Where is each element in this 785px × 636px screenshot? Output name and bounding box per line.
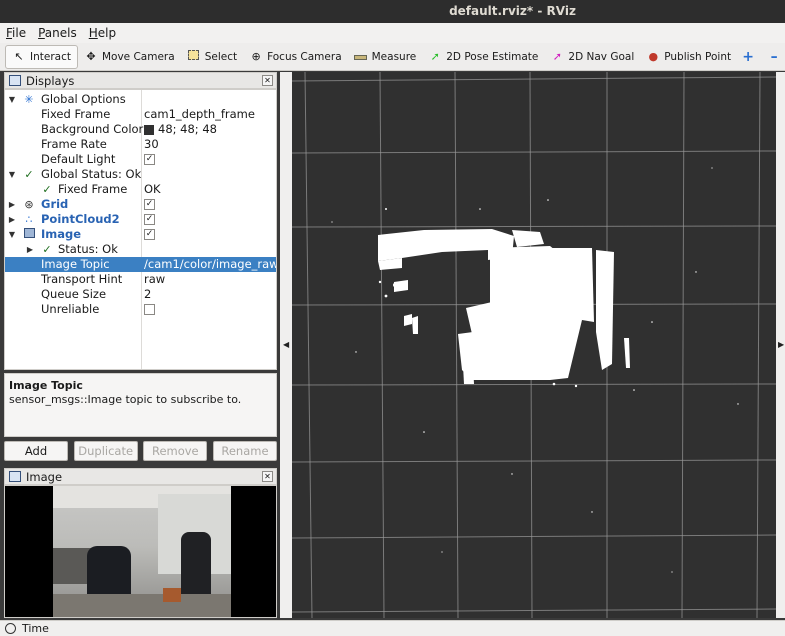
- close-icon[interactable]: ✕: [262, 75, 273, 86]
- add-button[interactable]: Add: [4, 441, 68, 461]
- grid-enabled-checkbox[interactable]: ✓: [144, 197, 155, 212]
- select-tool-button[interactable]: Select: [181, 45, 243, 69]
- menu-help[interactable]: Help: [89, 26, 116, 40]
- tree-row-status-fixed-frame[interactable]: ✓ Fixed Frame OK: [5, 182, 276, 197]
- time-panel-label: Time: [22, 622, 49, 635]
- remove-tool-button[interactable]: –: [763, 45, 785, 69]
- expand-arrow-icon[interactable]: ▼: [7, 227, 17, 242]
- tree-row-grid[interactable]: ▶ ⊛ Grid ✓: [5, 197, 276, 212]
- time-panel-bar: Time: [0, 620, 785, 636]
- transport-hint-value[interactable]: raw: [144, 272, 165, 287]
- close-icon[interactable]: ✕: [262, 471, 273, 482]
- pose-estimate-tool-button[interactable]: ➚ 2D Pose Estimate: [422, 45, 544, 69]
- collapse-left-icon[interactable]: ◀: [283, 340, 289, 349]
- add-tool-button[interactable]: +: [737, 45, 763, 69]
- measure-tool-button[interactable]: Measure: [348, 45, 423, 69]
- menu-bar: File Panels Help: [0, 23, 785, 43]
- scene: [292, 72, 776, 618]
- clock-icon: [5, 623, 16, 634]
- tree-row-queue-size[interactable]: Queue Size 2: [5, 287, 276, 302]
- window-title: default.rviz* - RViz: [449, 4, 576, 18]
- menu-file[interactable]: File: [6, 26, 26, 40]
- camera-frame: [53, 486, 231, 617]
- monitor-icon: [9, 75, 21, 86]
- tree-row-default-light[interactable]: Default Light ✓: [5, 152, 276, 167]
- background-color-value[interactable]: 48; 48; 48: [144, 122, 217, 137]
- display-buttons: Add Duplicate Remove Rename: [4, 441, 277, 463]
- tree-row-global-options[interactable]: ▼ ✳ Global Options: [5, 92, 276, 107]
- magenta-arrow-icon: ➚: [552, 49, 562, 63]
- default-light-checkbox[interactable]: ✓: [144, 152, 155, 167]
- expand-right-icon[interactable]: ▶: [778, 340, 784, 349]
- color-swatch: [144, 124, 154, 135]
- minus-icon: –: [770, 48, 778, 65]
- move-arrows-icon: ✥: [86, 49, 96, 63]
- window-titlebar: default.rviz* - RViz: [0, 0, 785, 23]
- collapse-arrow-icon[interactable]: ▶: [7, 212, 17, 227]
- checkmark-icon: ✓: [42, 243, 52, 256]
- ruler-icon: [354, 50, 368, 64]
- focus-camera-tool-button[interactable]: ⊕ Focus Camera: [243, 45, 348, 69]
- image-panel-header: Image ✕: [4, 468, 277, 485]
- menu-panels[interactable]: Panels: [38, 26, 77, 40]
- tree-row-global-status[interactable]: ▼ ✓ Global Status: Ok: [5, 167, 276, 182]
- tree-row-frame-rate[interactable]: Frame Rate 30: [5, 137, 276, 152]
- collapse-arrow-icon[interactable]: ▶: [7, 197, 17, 212]
- collapse-arrow-icon[interactable]: ▶: [25, 242, 35, 257]
- point-cloud: [331, 167, 739, 573]
- publish-point-tool-button[interactable]: ● Publish Point: [640, 45, 737, 69]
- tree-row-unreliable[interactable]: Unreliable: [5, 302, 276, 317]
- tree-row-background-color[interactable]: Background Color 48; 48; 48: [5, 122, 276, 137]
- map-pin-icon: ●: [648, 49, 659, 63]
- duplicate-button[interactable]: Duplicate: [73, 441, 138, 461]
- tree-row-fixed-frame[interactable]: Fixed Frame cam1_depth_frame: [5, 107, 276, 122]
- pointcloud-icon: ∴: [25, 213, 33, 226]
- select-box-icon: [187, 49, 201, 64]
- displays-tree[interactable]: ▼ ✳ Global Options Fixed Frame cam1_dept…: [4, 89, 277, 370]
- tool-bar: ↖ Interact ✥ Move Camera Select ⊕ Focus Cam…: [0, 43, 785, 71]
- crosshair-icon: ⊕: [251, 49, 261, 63]
- image-icon: [23, 227, 35, 242]
- description-title: Image Topic: [9, 379, 83, 392]
- queue-size-value[interactable]: 2: [144, 287, 151, 302]
- expand-arrow-icon[interactable]: ▼: [7, 92, 17, 107]
- fixed-frame-value[interactable]: cam1_depth_frame: [144, 107, 255, 122]
- image-panel-title: Image: [26, 469, 63, 484]
- tree-row-image[interactable]: ▼ Image ✓: [5, 227, 276, 242]
- image-icon: [9, 471, 21, 482]
- checkmark-icon: ✓: [24, 168, 34, 181]
- tree-row-transport-hint[interactable]: Transport Hint raw: [5, 272, 276, 287]
- displays-panel-header: Displays ✕: [4, 72, 277, 89]
- checkmark-icon: ✓: [42, 183, 52, 196]
- property-description: Image Topic sensor_msgs::Image topic to …: [4, 373, 277, 437]
- pointcloud2-enabled-checkbox[interactable]: ✓: [144, 212, 155, 227]
- camera-image-view: [4, 485, 277, 618]
- move-camera-tool-button[interactable]: ✥ Move Camera: [78, 45, 181, 69]
- tree-row-image-topic[interactable]: Image Topic /cam1/color/image_raw: [5, 257, 276, 272]
- gear-icon: ✳: [24, 93, 34, 106]
- cursor-icon: ↖: [14, 49, 24, 63]
- image-panel: Image ✕: [4, 468, 277, 485]
- grid-icon: ⊛: [24, 198, 34, 211]
- frame-rate-value[interactable]: 30: [144, 137, 159, 152]
- unreliable-checkbox[interactable]: [144, 302, 155, 317]
- expand-arrow-icon[interactable]: ▼: [7, 167, 17, 182]
- nav-goal-tool-button[interactable]: ➚ 2D Nav Goal: [544, 45, 640, 69]
- remove-button[interactable]: Remove: [143, 441, 208, 461]
- tree-row-pointcloud2[interactable]: ▶ ∴ PointCloud2 ✓: [5, 212, 276, 227]
- render-viewport[interactable]: [292, 72, 776, 618]
- displays-panel-title: Displays: [26, 73, 75, 88]
- right-dock-splitter[interactable]: ▶: [776, 72, 785, 618]
- green-arrow-icon: ➚: [430, 49, 440, 63]
- plus-icon: +: [742, 48, 754, 65]
- rename-button[interactable]: Rename: [212, 441, 277, 461]
- left-dock: Displays ✕ ▼ ✳ Global Options Fixed Fram…: [4, 72, 277, 618]
- image-enabled-checkbox[interactable]: ✓: [144, 227, 155, 242]
- tree-row-image-status[interactable]: ▶ ✓ Status: Ok: [5, 242, 276, 257]
- left-dock-splitter[interactable]: ◀: [280, 72, 292, 618]
- interact-tool-button[interactable]: ↖ Interact: [5, 44, 78, 69]
- image-topic-value[interactable]: /cam1/color/image_raw: [144, 257, 276, 272]
- description-text: sensor_msgs::Image topic to subscribe to…: [9, 393, 242, 406]
